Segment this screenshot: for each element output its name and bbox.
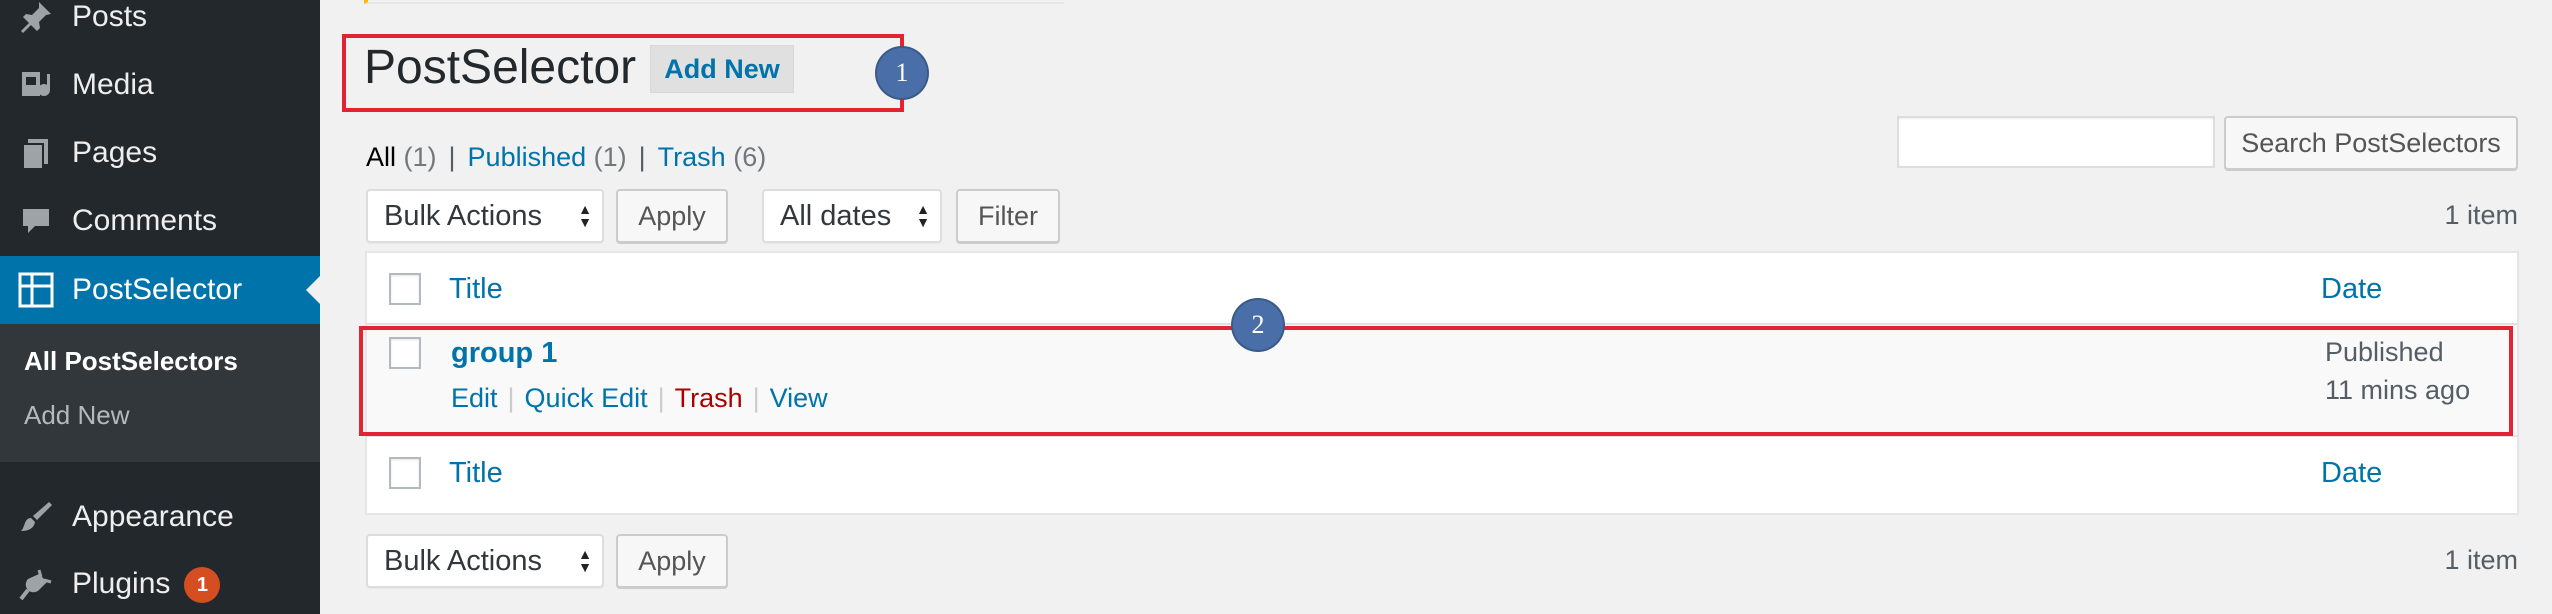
column-title-footer[interactable]: Title xyxy=(449,457,503,490)
filter-published-count: (1) xyxy=(593,142,627,172)
filter-published-link[interactable]: Published xyxy=(468,142,587,172)
select-all-checkbox[interactable] xyxy=(389,273,421,305)
notice-edge xyxy=(364,0,1064,4)
filter-separator: | xyxy=(448,142,456,172)
comment-icon xyxy=(16,201,56,241)
pin-icon xyxy=(16,0,56,37)
bulk-actions-value: Bulk Actions xyxy=(384,544,542,577)
filter-trash-link[interactable]: Trash xyxy=(658,142,726,172)
sidebar-item-media[interactable]: Media xyxy=(0,52,320,118)
filter-button[interactable]: Filter xyxy=(956,189,1060,243)
media-icon xyxy=(16,65,56,105)
select-arrows-icon: ▲ ▼ xyxy=(578,201,592,230)
plug-icon xyxy=(16,565,56,605)
column-title-header[interactable]: Title xyxy=(449,273,503,306)
status-filter-links: All (1) | Published (1) | Trash (6) xyxy=(366,142,766,173)
column-date-header[interactable]: Date xyxy=(2321,273,2382,306)
update-count-badge: 1 xyxy=(184,567,221,604)
sidebar-item-postselector[interactable]: PostSelector xyxy=(0,256,320,324)
dates-value: All dates xyxy=(780,199,892,232)
sidebar-item-label: Pages xyxy=(72,136,158,169)
sidebar-item-label: Comments xyxy=(72,204,218,237)
filter-all-count: (1) xyxy=(403,142,437,172)
items-count-bottom: 1 item xyxy=(2444,545,2518,575)
filter-trash-count: (6) xyxy=(733,142,767,172)
search-button[interactable]: Search PostSelectors xyxy=(2224,116,2518,170)
apply-button-top[interactable]: Apply xyxy=(616,189,728,243)
submenu-add-new[interactable]: Add New xyxy=(24,400,130,431)
annotation-marker-2: 2 xyxy=(1233,300,1283,350)
bulk-actions-value: Bulk Actions xyxy=(384,199,542,232)
select-arrows-icon: ▲ ▼ xyxy=(916,201,930,230)
submenu-all-postselectors[interactable]: All PostSelectors xyxy=(24,346,238,377)
admin-sidebar: Posts Media Pages Comments PostSelector … xyxy=(0,0,320,614)
filter-separator: | xyxy=(638,142,646,172)
brush-icon xyxy=(16,497,56,537)
annotation-box-1 xyxy=(342,34,904,112)
annotation-box-2 xyxy=(359,326,2513,436)
column-date-footer[interactable]: Date xyxy=(2321,457,2382,490)
items-count-top: 1 item xyxy=(2444,200,2518,230)
sidebar-item-plugins[interactable]: Plugins 1 xyxy=(0,552,320,614)
table-header-row: Title Date xyxy=(367,253,2517,325)
sidebar-item-posts[interactable]: Posts xyxy=(0,0,320,50)
table-footer-row: Title Date xyxy=(367,435,2517,515)
filter-all-link[interactable]: All xyxy=(366,142,396,172)
sidebar-item-label: Appearance xyxy=(72,500,234,533)
search-input[interactable] xyxy=(1897,116,2215,168)
bulk-actions-select-top[interactable]: Bulk Actions ▲ ▼ xyxy=(366,189,604,243)
annotation-marker-1: 1 xyxy=(877,48,927,98)
sidebar-item-label: Posts xyxy=(72,0,148,33)
sidebar-item-label: Plugins xyxy=(72,566,171,600)
apply-button-bottom[interactable]: Apply xyxy=(616,534,728,588)
grid-icon xyxy=(16,270,56,310)
sidebar-item-pages[interactable]: Pages xyxy=(0,120,320,186)
sidebar-item-label-wrap: Plugins 1 xyxy=(72,566,221,604)
sidebar-item-label: Media xyxy=(72,68,154,101)
current-menu-arrow xyxy=(306,276,320,304)
sidebar-submenu: All PostSelectors Add New xyxy=(0,324,320,462)
sidebar-item-comments[interactable]: Comments xyxy=(0,188,320,254)
sidebar-item-appearance[interactable]: Appearance xyxy=(0,484,320,550)
select-all-checkbox-footer[interactable] xyxy=(389,457,421,489)
select-arrows-icon: ▲ ▼ xyxy=(578,546,592,575)
bulk-actions-select-bottom[interactable]: Bulk Actions ▲ ▼ xyxy=(366,534,604,588)
sidebar-item-label: PostSelector xyxy=(72,273,243,306)
dates-select[interactable]: All dates ▲ ▼ xyxy=(762,189,942,243)
pages-icon xyxy=(16,133,56,173)
